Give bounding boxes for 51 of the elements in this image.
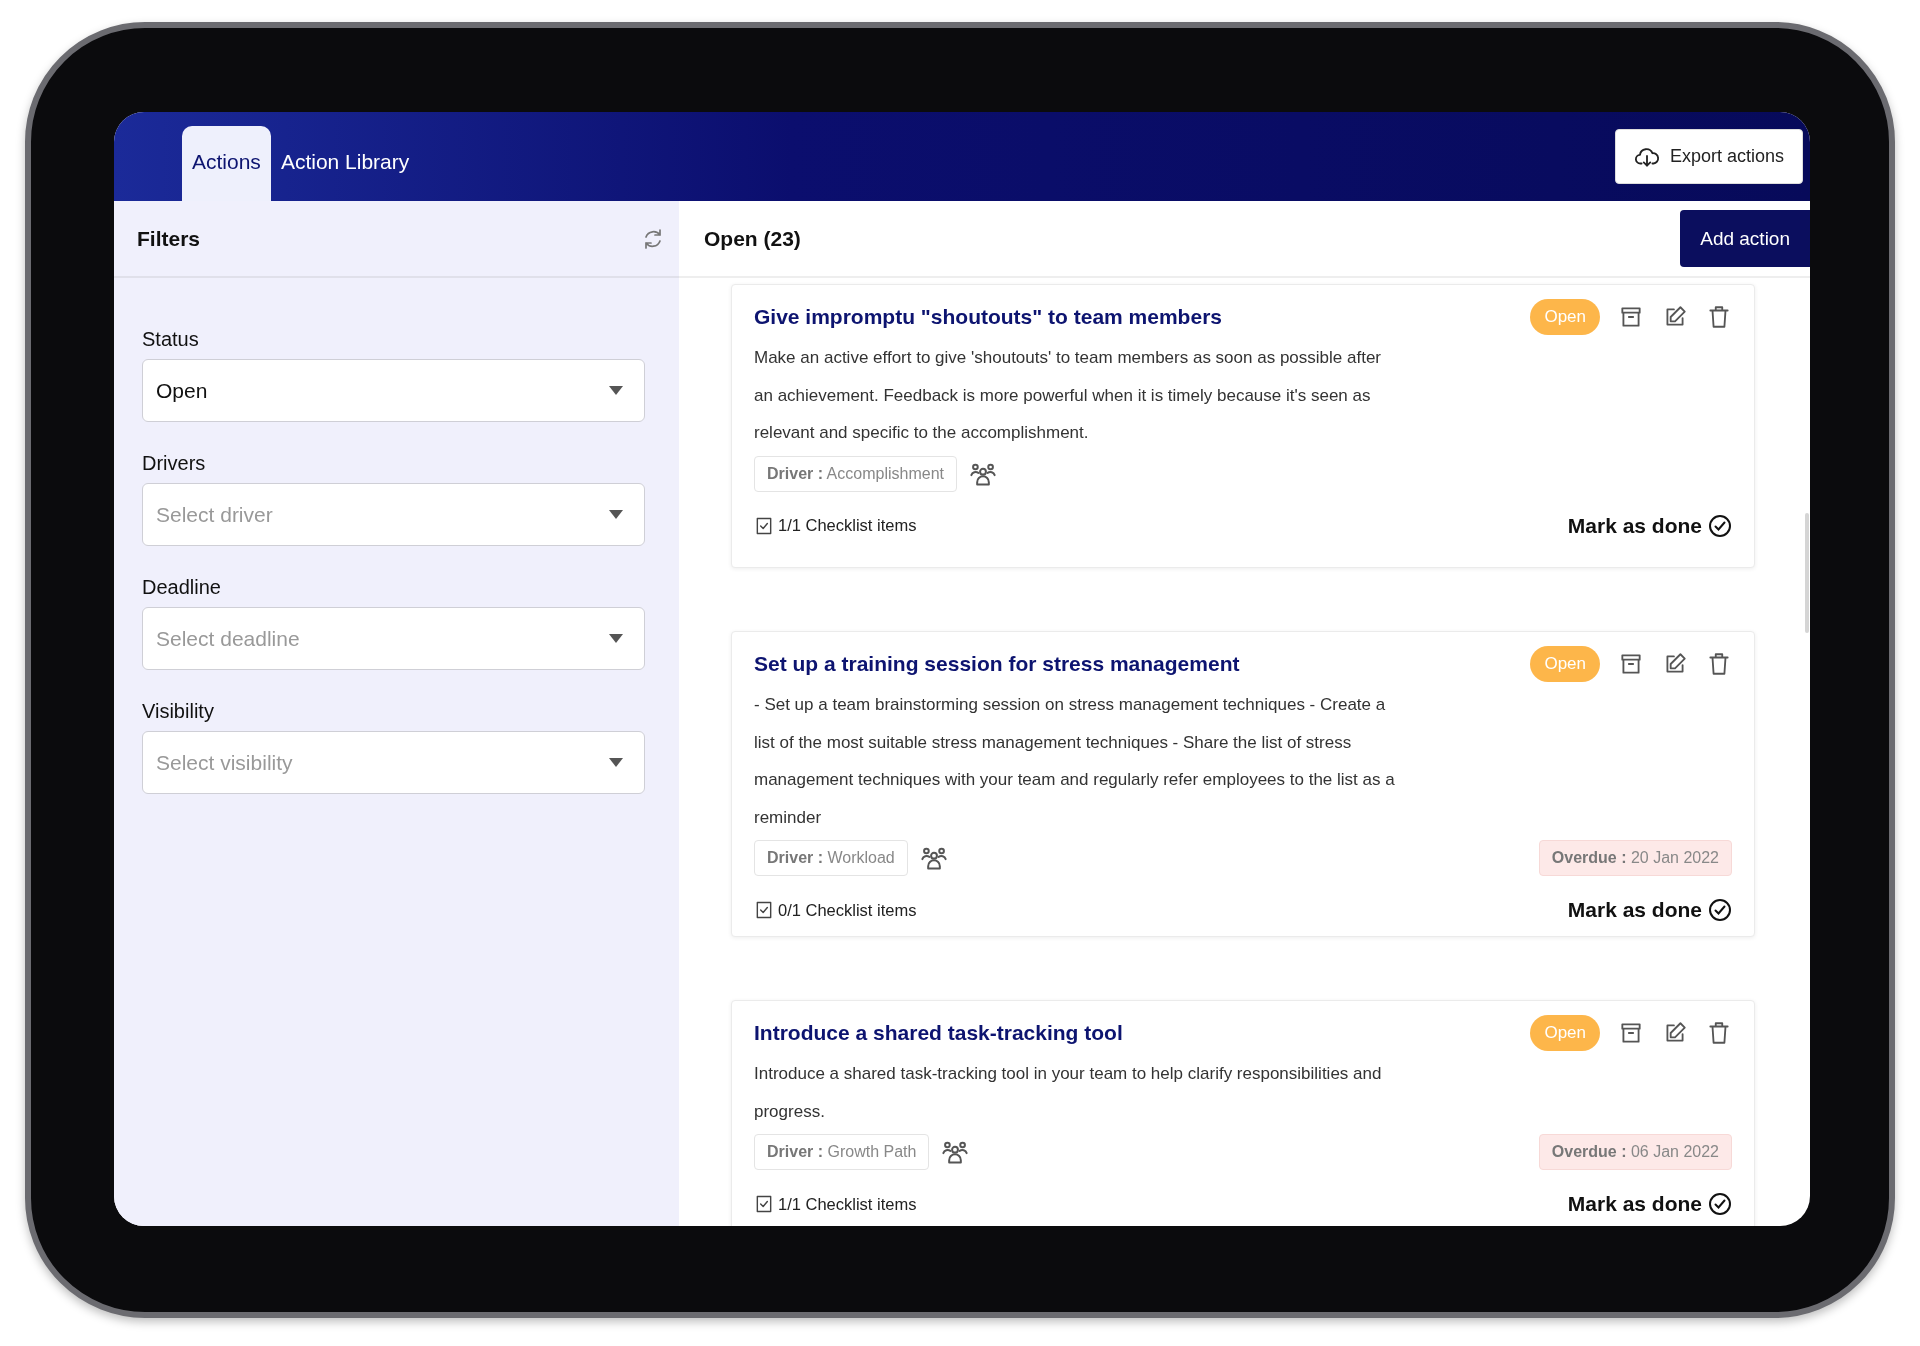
tab[interactable]: Action Library: [270, 126, 420, 201]
status-badge: Open: [1530, 1015, 1600, 1051]
checkbox-icon: [754, 515, 774, 536]
filters-title: Filters: [137, 226, 201, 251]
check-circle-icon: [1708, 1192, 1732, 1216]
mark-as-done-button[interactable]: Mark as done: [1567, 898, 1732, 922]
checklist-count: 0/1 Checklist items: [778, 900, 918, 920]
check-circle-icon: [1708, 898, 1732, 922]
dropdown-field[interactable]: Select visibility: [142, 731, 645, 794]
overdue-tag: Overdue : 20 Jan 2022: [1538, 840, 1732, 876]
field-label: Status: [142, 328, 200, 351]
status-badge: Open: [1530, 299, 1600, 335]
tab[interactable]: Actions: [182, 126, 271, 201]
trash-icon[interactable]: [1706, 651, 1732, 677]
driver-tag: Driver : Growth Path: [754, 1134, 930, 1170]
action-title[interactable]: Set up a training session for stress management: [754, 652, 1240, 676]
action-title[interactable]: Give impromptu "shoutouts" to team members: [754, 305, 1222, 329]
checkbox-icon: [754, 900, 774, 920]
trash-icon[interactable]: [1706, 1020, 1732, 1046]
action-description: Introduce a shared task-tracking tool in your team to help clarify responsibilities and progress.: [754, 1063, 1383, 1123]
field-label: Deadline: [142, 576, 222, 599]
mark-as-done-button[interactable]: Mark as done: [1567, 1192, 1732, 1216]
dropdown-caret-icon: [609, 758, 623, 767]
check-circle-icon: [1708, 513, 1732, 538]
driver-tag: Driver : Workload: [754, 840, 908, 876]
add-action-button[interactable]: Add action: [1680, 210, 1810, 267]
dropdown-caret-icon: [609, 634, 623, 643]
list-title: Open (23): [704, 226, 801, 251]
dropdown-field[interactable]: Select deadline: [142, 607, 645, 670]
status-badge: Open: [1530, 646, 1600, 682]
archive-icon[interactable]: [1618, 1020, 1644, 1046]
checkbox-icon: [754, 1194, 774, 1214]
field-label: Visibility: [142, 700, 215, 723]
action-description: Make an active effort to give 'shoutouts' to team members as soon as possible after an achievement. Feedback is more powerful when it is timely because it's seen as relevant and specific to the accomplishment.: [754, 347, 1382, 444]
export-button[interactable]: Export actions: [1614, 129, 1803, 184]
action-description: - Set up a team brainstorming session on stress management techniques - Create a list of the most suitable stress management techniques - Share the list of stress management techniques with your team and regularly refer employees to the list as a reminder: [754, 694, 1396, 829]
dropdown-field[interactable]: Select driver: [142, 483, 645, 546]
checklist-count: 1/1 Checklist items: [778, 516, 918, 535]
driver-tag: Driver : Accomplishment: [754, 455, 957, 492]
checklist-count: 1/1 Checklist items: [778, 1194, 918, 1214]
dropdown-caret-icon: [609, 510, 623, 519]
archive-icon[interactable]: [1618, 651, 1644, 677]
dropdown-caret-icon: [609, 386, 623, 395]
field-label: Drivers: [142, 452, 207, 475]
trash-icon[interactable]: [1706, 304, 1732, 330]
action-title[interactable]: Introduce a shared task-tracking tool: [754, 1021, 1123, 1045]
dropdown-field[interactable]: Open: [142, 359, 645, 422]
mark-as-done-button[interactable]: Mark as done: [1567, 513, 1732, 538]
scrollbar-thumb[interactable]: [1805, 513, 1809, 633]
overdue-tag: Overdue : 06 Jan 2022: [1538, 1134, 1732, 1170]
archive-icon[interactable]: [1618, 304, 1644, 330]
